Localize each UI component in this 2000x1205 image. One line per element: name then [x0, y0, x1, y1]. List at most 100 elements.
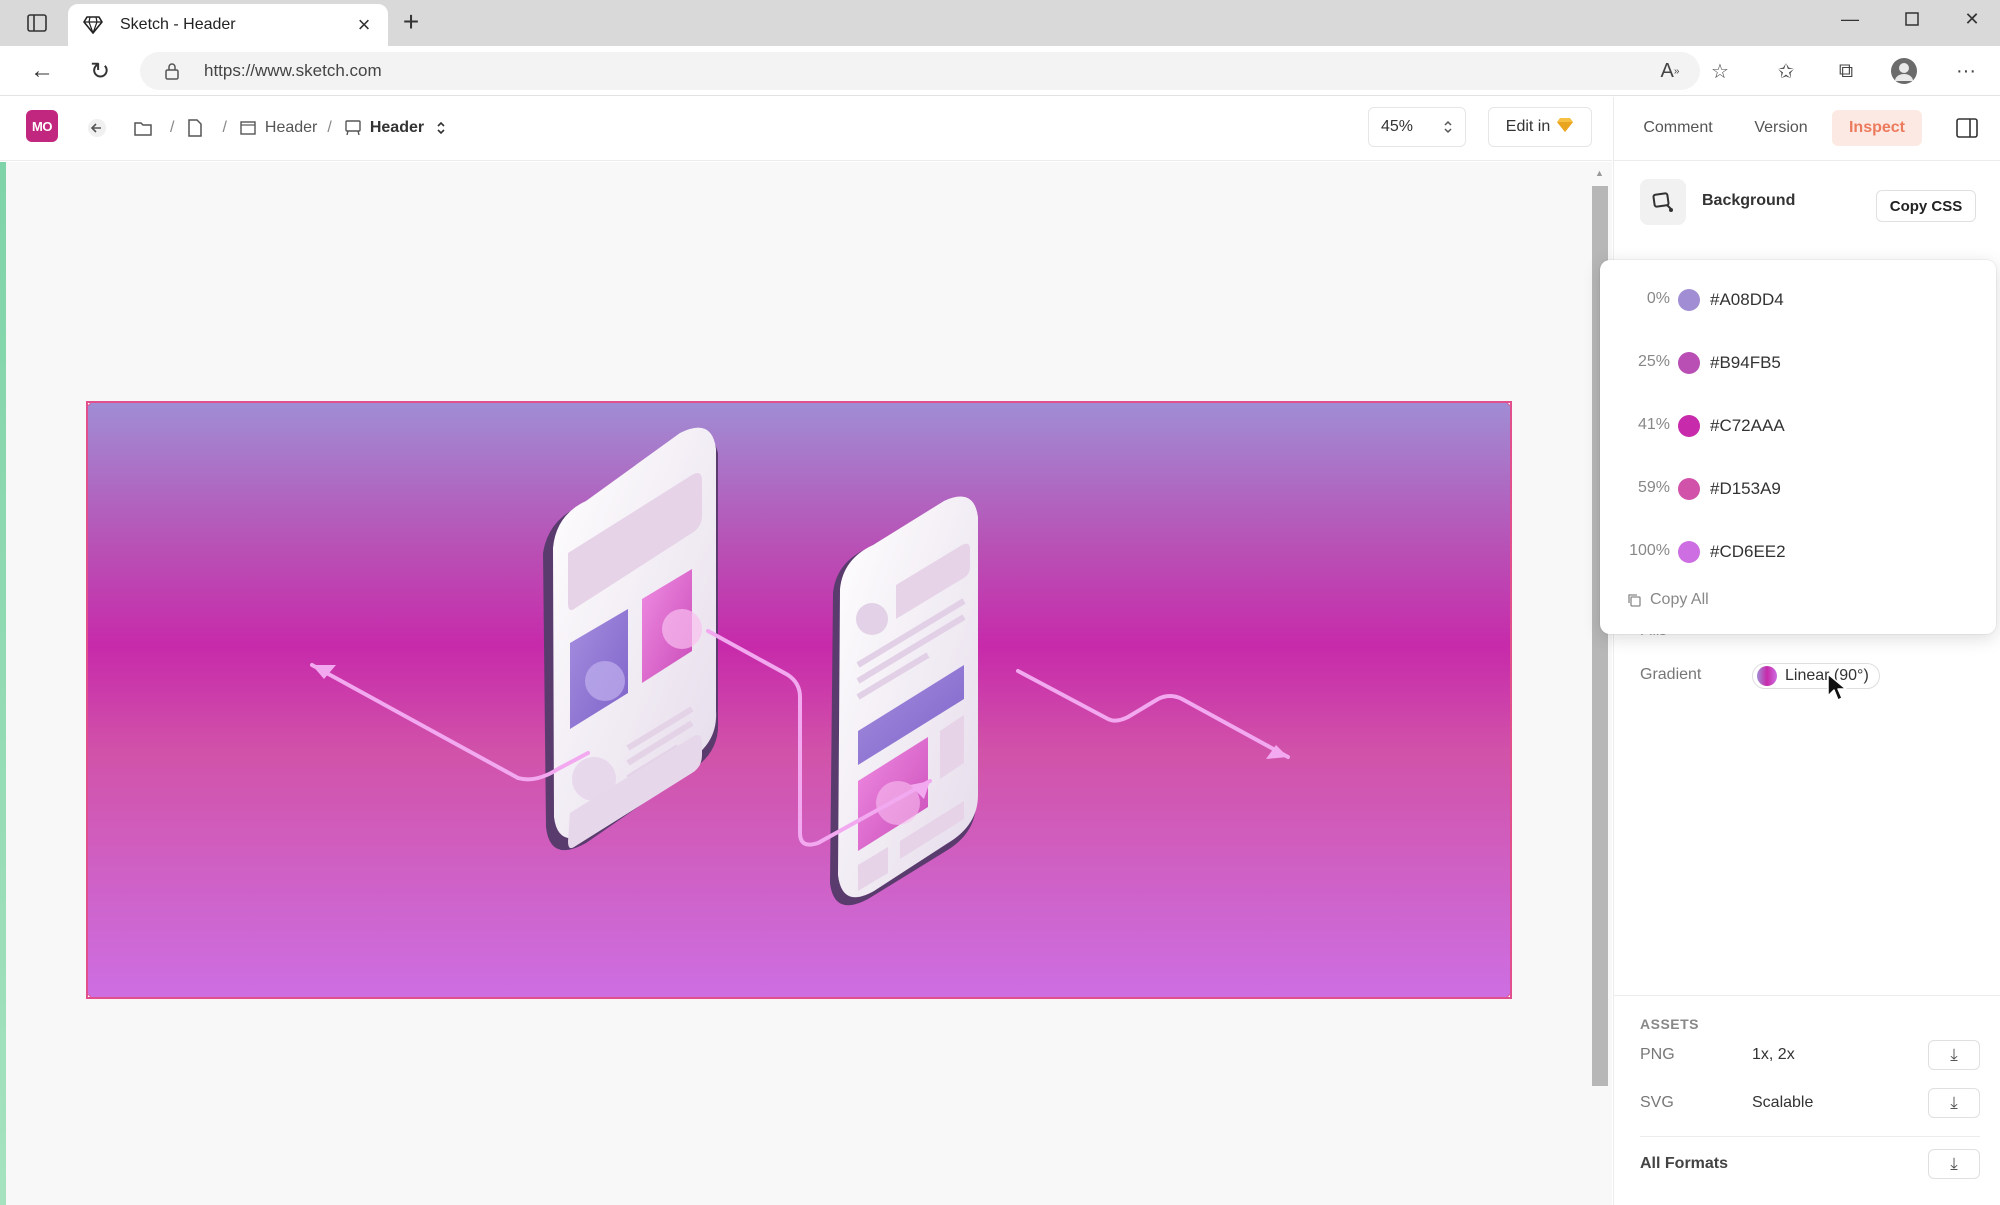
asset-row-all-formats: All Formats ⤓: [1640, 1136, 1980, 1186]
new-tab-icon[interactable]: +: [396, 8, 426, 38]
resize-handle[interactable]: [1507, 994, 1510, 997]
download-icon[interactable]: ⤓: [1928, 1088, 1980, 1118]
phone-left-illustration: [543, 427, 719, 851]
back-icon[interactable]: ←: [26, 56, 58, 86]
header-artboard[interactable]: [86, 401, 1512, 999]
copy-icon: [1626, 592, 1642, 608]
phones-illustration: [310, 427, 1290, 906]
folder-icon[interactable]: [132, 117, 154, 139]
breadcrumb-separator: /: [222, 119, 227, 136]
gradient-swatch: [1757, 666, 1777, 686]
address-bar-row: ← ↻ https://www.sketch.com A» ☆ ✩ ⧉ ···: [0, 46, 2000, 96]
tab-comment[interactable]: Comment: [1628, 110, 1728, 146]
download-icon[interactable]: ⤓: [1928, 1040, 1980, 1070]
chevron-updown-icon[interactable]: [430, 117, 452, 139]
stop-position: 59%: [1637, 479, 1670, 496]
stop-hex[interactable]: #D153A9: [1710, 479, 1781, 499]
mouse-cursor-icon: [1826, 672, 1848, 702]
maximize-icon[interactable]: [1892, 4, 1932, 34]
stop-swatch: [1678, 415, 1700, 437]
workspace-logo[interactable]: MO: [26, 110, 58, 142]
gradient-label: Gradient: [1640, 666, 1702, 683]
stop-swatch: [1678, 352, 1700, 374]
gradient-stop[interactable]: 41% #C72AAA: [1600, 411, 1996, 441]
resize-handle[interactable]: [1507, 403, 1510, 406]
url-field[interactable]: https://www.sketch.com: [140, 52, 1700, 90]
all-formats-label: All Formats: [1640, 1155, 1729, 1172]
stop-swatch: [1678, 289, 1700, 311]
gradient-stop[interactable]: 59% #D153A9: [1600, 474, 1996, 504]
tab-title: Sketch - Header: [120, 16, 236, 33]
document-icon[interactable]: [184, 117, 206, 139]
gradient-stop[interactable]: 100% #CD6EE2: [1600, 537, 1996, 567]
flow-arrows-illustration: [310, 629, 1290, 847]
resize-handle[interactable]: [88, 994, 91, 997]
download-icon[interactable]: ⤓: [1928, 1149, 1980, 1179]
breadcrumb-separator: /: [327, 119, 332, 136]
breadcrumb-artboard[interactable]: Header: [370, 119, 424, 137]
copy-all-button[interactable]: Copy All: [1626, 588, 1709, 612]
minimize-icon[interactable]: —: [1830, 4, 1870, 34]
browser-tab-bar: Sketch - Header × + — ✕: [0, 0, 2000, 46]
stop-hex[interactable]: #CD6EE2: [1710, 542, 1786, 562]
stop-hex[interactable]: #C72AAA: [1710, 416, 1785, 436]
close-window-icon[interactable]: ✕: [1952, 4, 1992, 34]
breadcrumb: / / Header / Header: [86, 113, 458, 143]
lock-icon: [162, 61, 182, 81]
page-icon: [237, 117, 259, 139]
gradient-stop[interactable]: 0% #A08DD4: [1600, 285, 1996, 315]
stop-position: 25%: [1637, 353, 1670, 370]
tab-actions-icon[interactable]: [24, 11, 50, 35]
stop-swatch: [1678, 541, 1700, 563]
stop-position: 41%: [1637, 416, 1670, 433]
tab-inspect[interactable]: Inspect: [1832, 110, 1922, 146]
copy-all-label: Copy All: [1650, 591, 1709, 608]
stop-position: 100%: [1629, 542, 1670, 559]
asset-row-svg: SVG Scalable ⤓: [1640, 1088, 1980, 1120]
favorites-icon[interactable]: ✩: [1770, 56, 1802, 86]
breadcrumb-page[interactable]: Header: [265, 119, 317, 137]
copy-css-button[interactable]: Copy CSS: [1876, 190, 1976, 222]
asset-row-png: PNG 1x, 2x ⤓: [1640, 1040, 1980, 1072]
fill-bucket-icon: [1640, 179, 1686, 225]
asset-format-label: SVG: [1640, 1094, 1674, 1111]
gradient-stop[interactable]: 25% #B94FB5: [1600, 348, 1996, 378]
asset-scale-value: 1x, 2x: [1752, 1046, 1795, 1063]
collections-icon[interactable]: ⧉: [1830, 56, 1862, 86]
stop-swatch: [1678, 478, 1700, 500]
edit-in-label: Edit in: [1505, 118, 1551, 135]
sketch-diamond-icon: [82, 14, 104, 36]
app-toolbar: MO / / Header / Header 45% Edit in: [0, 97, 1612, 161]
url-text: https://www.sketch.com: [204, 61, 382, 80]
stop-hex[interactable]: #B94FB5: [1710, 353, 1781, 373]
gradient-chip[interactable]: Linear (90°): [1752, 663, 1880, 689]
scroll-up-icon[interactable]: ▲: [1595, 168, 1604, 178]
asset-scale-value: Scalable: [1752, 1094, 1814, 1111]
close-tab-icon[interactable]: ×: [354, 12, 374, 38]
back-arrow-icon[interactable]: [86, 117, 108, 139]
more-menu-icon[interactable]: ···: [1950, 56, 1982, 86]
assets-section: ASSETS PNG 1x, 2x ⤓ SVG Scalable ⤓ All F…: [1613, 995, 2000, 1179]
tab-version[interactable]: Version: [1736, 110, 1826, 146]
add-favorite-icon[interactable]: ☆: [1704, 56, 1736, 86]
gradient-stops-popover: 0% #A08DD4 25% #B94FB5 41% #C72AAA 59% #…: [1600, 260, 1996, 634]
zoom-value: 45%: [1381, 118, 1414, 135]
reload-icon[interactable]: ↻: [84, 56, 116, 86]
section-title: Background: [1702, 192, 1796, 209]
browser-tab[interactable]: Sketch - Header ×: [68, 4, 388, 46]
window-edge: [0, 162, 6, 1205]
panel-tabs: Comment Version Inspect: [1614, 97, 2000, 161]
asset-format-label: PNG: [1640, 1046, 1675, 1063]
stop-position: 0%: [1646, 290, 1670, 307]
assets-title: ASSETS: [1640, 1016, 1700, 1032]
phone-right-illustration: [830, 496, 978, 906]
zoom-select[interactable]: 45%: [1368, 107, 1466, 147]
zoom-stepper-icon[interactable]: [1443, 119, 1453, 136]
sketch-gem-icon: [1556, 117, 1574, 138]
stop-hex[interactable]: #A08DD4: [1710, 290, 1784, 310]
breadcrumb-separator: /: [170, 119, 175, 136]
panel-toggle-icon[interactable]: [1954, 116, 1980, 140]
edit-in-sketch-button[interactable]: Edit in: [1488, 107, 1592, 147]
profile-avatar-icon[interactable]: [1888, 56, 1920, 86]
read-aloud-icon[interactable]: A»: [1654, 56, 1686, 86]
